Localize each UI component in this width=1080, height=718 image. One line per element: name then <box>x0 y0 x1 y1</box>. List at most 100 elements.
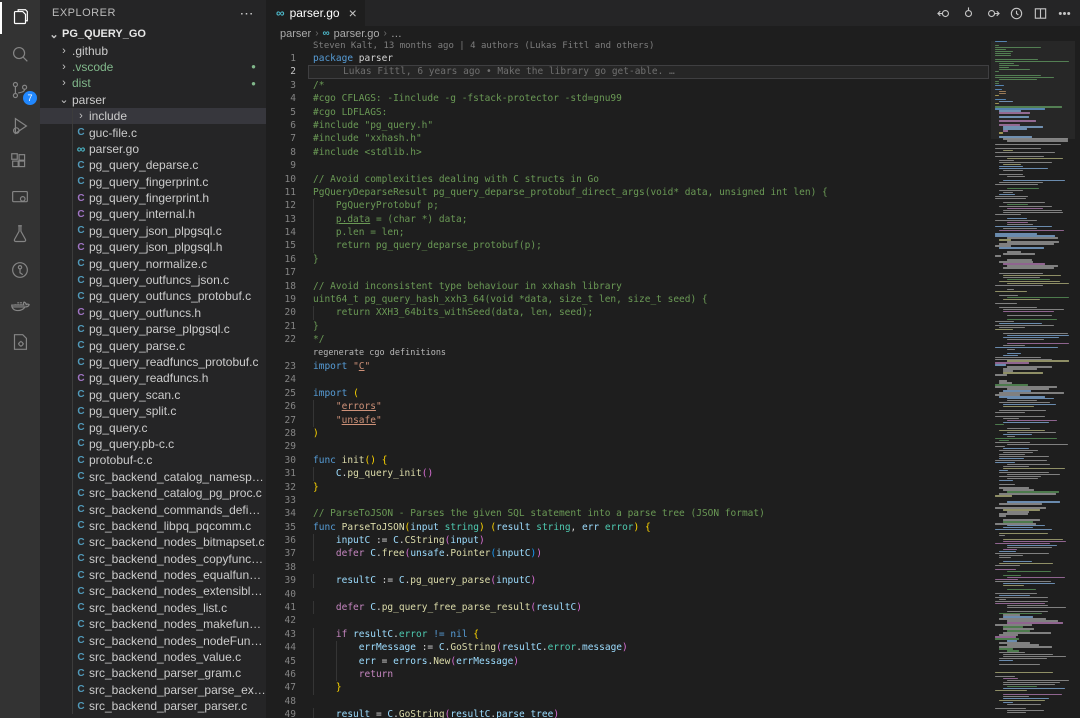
code-line[interactable]: 6#include "pg_query.h" <box>266 119 993 132</box>
sidebar-item-src_backend_nodes_extensible.c[interactable]: Csrc_backend_nodes_extensible.c <box>40 583 266 599</box>
code-line[interactable]: 41defer C.pg_query_free_parse_result(res… <box>266 601 993 614</box>
sidebar-item-src_backend_catalog_namespace.c[interactable]: Csrc_backend_catalog_namespace.c <box>40 469 266 485</box>
code-line[interactable]: 15return pg_query_deparse_protobuf(p); <box>266 239 993 252</box>
code-line[interactable]: 26"errors" <box>266 400 993 413</box>
resource-monitor-icon[interactable] <box>0 324 40 360</box>
sidebar-item-pg_query_internal.h[interactable]: Cpg_query_internal.h <box>40 206 266 222</box>
file-history-icon[interactable] <box>1009 6 1024 21</box>
code-line[interactable]: 19uint64_t pg_query_hash_xxh3_64(void *d… <box>266 293 993 306</box>
code-line[interactable]: 23import "C" <box>266 360 993 373</box>
more-actions-icon[interactable] <box>1057 6 1072 21</box>
token[interactable]: errors <box>342 400 376 413</box>
sidebar-item-src_backend_commands_define.c[interactable]: Csrc_backend_commands_define.c <box>40 501 266 517</box>
code-line[interactable]: 28) <box>266 427 993 440</box>
sidebar-item-vscode[interactable]: ›.vscode● <box>40 59 266 75</box>
code-line[interactable]: 21} <box>266 320 993 333</box>
code-line[interactable]: 43if resultC.error != nil { <box>266 628 993 641</box>
code-line[interactable]: 12PgQueryProtobuf p; <box>266 199 993 212</box>
sidebar-item-pg_query_parse.c[interactable]: Cpg_query_parse.c <box>40 337 266 353</box>
sidebar-item-src_backend_nodes_copyfuncs.c[interactable]: Csrc_backend_nodes_copyfuncs.c <box>40 551 266 567</box>
sidebar-item-pg_query_outfuncs_json.c[interactable]: Cpg_query_outfuncs_json.c <box>40 272 266 288</box>
sidebar-item-protobuf-c.c[interactable]: Cprotobuf-c.c <box>40 452 266 468</box>
sidebar-item-pg_query_parse_plpgsql.c[interactable]: Cpg_query_parse_plpgsql.c <box>40 321 266 337</box>
sidebar-item-src_backend_nodes_equalfuncs.c[interactable]: Csrc_backend_nodes_equalfuncs.c <box>40 567 266 583</box>
next-change-icon[interactable] <box>985 6 1000 21</box>
explorer-more-actions-icon[interactable]: ⋯ <box>240 5 255 22</box>
code-line[interactable]: 48 <box>266 695 993 708</box>
code-content[interactable]: Steven Kalt, 13 months ago | 4 authors (… <box>266 41 993 718</box>
code-line[interactable]: 8#include <stdlib.h> <box>266 146 993 159</box>
tree-root-folder[interactable]: ⌄PG_QUERY_GO <box>40 26 266 42</box>
code-line[interactable]: 39resultC := C.pg_query_parse(inputC) <box>266 574 993 587</box>
sidebar-item-pg_query_readfuncs.h[interactable]: Cpg_query_readfuncs.h <box>40 370 266 386</box>
sidebar-item-pg_query_outfuncs.h[interactable]: Cpg_query_outfuncs.h <box>40 305 266 321</box>
code-line[interactable]: 40 <box>266 588 993 601</box>
testing-icon[interactable] <box>0 216 40 252</box>
code-line[interactable]: 24 <box>266 373 993 386</box>
codelens-action[interactable]: regenerate cgo definitions <box>266 347 993 360</box>
code-line[interactable]: 30func init() { <box>266 454 993 467</box>
sidebar-item-pg_query.c[interactable]: Cpg_query.c <box>40 419 266 435</box>
close-tab-icon[interactable]: × <box>349 5 357 21</box>
sidebar-item-src_backend_parser_parser.c[interactable]: Csrc_backend_parser_parser.c <box>40 698 266 714</box>
code-line[interactable]: 1package parser <box>266 52 993 65</box>
code-line[interactable]: 37defer C.free(unsafe.Pointer(inputC)) <box>266 547 993 560</box>
sidebar-item-pg_query_json_plpgsql.c[interactable]: Cpg_query_json_plpgsql.c <box>40 223 266 239</box>
sidebar-item-pg_query_json_plpgsql.h[interactable]: Cpg_query_json_plpgsql.h <box>40 239 266 255</box>
sidebar-item-pg_query.pb-c.c[interactable]: Cpg_query.pb-c.c <box>40 436 266 452</box>
code-line[interactable]: 44errMessage := C.GoString(resultC.error… <box>266 641 993 654</box>
sidebar-item-pg_query_outfuncs_protobuf.c[interactable]: Cpg_query_outfuncs_protobuf.c <box>40 288 266 304</box>
code-line[interactable]: 42 <box>266 614 993 627</box>
code-line[interactable]: 38 <box>266 561 993 574</box>
breadcrumb-item[interactable]: … <box>391 28 402 40</box>
run-debug-icon[interactable] <box>0 108 40 144</box>
sidebar-item-src_backend_catalog_pg_proc.c[interactable]: Csrc_backend_catalog_pg_proc.c <box>40 485 266 501</box>
remote-explorer-icon[interactable] <box>0 180 40 216</box>
token[interactable]: unsafe <box>342 414 376 427</box>
docker-icon[interactable] <box>0 288 40 324</box>
sidebar-item-pg_query_normalize.c[interactable]: Cpg_query_normalize.c <box>40 255 266 271</box>
code-line[interactable]: 32} <box>266 481 993 494</box>
sidebar-item-pg_query_readfuncs_protobuf.c[interactable]: Cpg_query_readfuncs_protobuf.c <box>40 354 266 370</box>
code-line[interactable]: 7#include "xxhash.h" <box>266 132 993 145</box>
code-line[interactable]: 29 <box>266 440 993 453</box>
code-line[interactable]: 33 <box>266 494 993 507</box>
code-line[interactable]: 49result = C.GoString(resultC.parse_tree… <box>266 708 993 718</box>
open-changes-icon[interactable] <box>937 6 952 21</box>
code-line[interactable]: 10// Avoid complexities dealing with C s… <box>266 173 993 186</box>
tab-parser-go[interactable]: ∞ parser.go × <box>266 0 365 26</box>
code-line[interactable]: 22*/ <box>266 333 993 346</box>
code-line[interactable]: 14p.len = len; <box>266 226 993 239</box>
split-editor-icon[interactable] <box>1033 6 1048 21</box>
code-line[interactable]: 36inputC := C.CString(input) <box>266 534 993 547</box>
code-line[interactable]: 35func ParseToJSON(input string) (result… <box>266 521 993 534</box>
explorer-icon[interactable] <box>0 0 40 36</box>
sidebar-item-src_backend_nodes_makefuncs.c[interactable]: Csrc_backend_nodes_makefuncs.c <box>40 616 266 632</box>
prev-change-icon[interactable] <box>961 6 976 21</box>
sidebar-item-pg_query_split.c[interactable]: Cpg_query_split.c <box>40 403 266 419</box>
code-line[interactable]: 5#cgo LDFLAGS: <box>266 106 993 119</box>
code-line[interactable]: 4#cgo CFLAGS: -Iinclude -g -fstack-prote… <box>266 92 993 105</box>
sidebar-item-src_backend_parser_gram.c[interactable]: Csrc_backend_parser_gram.c <box>40 665 266 681</box>
code-line[interactable]: 2Lukas Fittl, 6 years ago • Make the lib… <box>266 65 993 78</box>
code-line[interactable]: 3/* <box>266 79 993 92</box>
extensions-icon[interactable] <box>0 144 40 180</box>
search-icon[interactable] <box>0 36 40 72</box>
sidebar-item-src_backend_parser_parse_expr.c[interactable]: Csrc_backend_parser_parse_expr.c <box>40 682 266 698</box>
sidebar-item-src_backend_libpq_pqcomm.c[interactable]: Csrc_backend_libpq_pqcomm.c <box>40 518 266 534</box>
sidebar-item-src_backend_nodes_nodeFuncs.c[interactable]: Csrc_backend_nodes_nodeFuncs.c <box>40 632 266 648</box>
code-line[interactable]: 13p.data = (char *) data; <box>266 213 993 226</box>
code-line[interactable]: 11PgQueryDeparseResult pg_query_deparse_… <box>266 186 993 199</box>
token[interactable]: p.data <box>336 213 370 226</box>
code-line[interactable]: 25import ( <box>266 387 993 400</box>
code-line[interactable]: 46return <box>266 668 993 681</box>
breadcrumb-item[interactable]: parser.go <box>334 28 380 40</box>
code-line[interactable]: 20return XXH3_64bits_withSeed(data, len,… <box>266 306 993 319</box>
breadcrumb-item[interactable]: parser <box>280 28 311 40</box>
minimap[interactable] <box>993 41 1073 718</box>
source-control-icon[interactable]: 7 <box>0 72 40 108</box>
sidebar-item-pg_query_fingerprint.c[interactable]: Cpg_query_fingerprint.c <box>40 174 266 190</box>
sidebar-item-include[interactable]: ›include <box>40 108 266 124</box>
sidebar-item-pg_query_deparse.c[interactable]: Cpg_query_deparse.c <box>40 157 266 173</box>
code-line[interactable]: 27"unsafe" <box>266 414 993 427</box>
